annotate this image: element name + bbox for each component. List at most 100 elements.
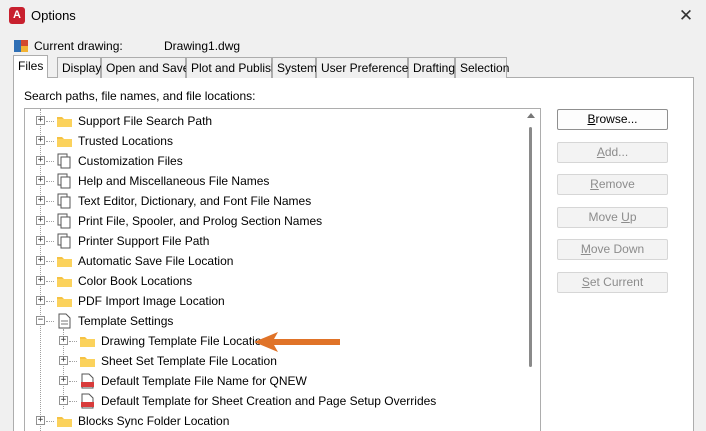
scroll-up-icon[interactable] [527, 113, 535, 118]
callout-arrow-icon [254, 332, 340, 352]
expand-icon[interactable]: + [36, 176, 45, 185]
tree-item[interactable]: + Color Book Locations [36, 271, 526, 291]
tree-item[interactable]: + Help and Miscellaneous File Names [36, 171, 526, 191]
tree-item-label: Drawing Template File Location [101, 334, 269, 348]
move-down-button[interactable]: Move Down [557, 239, 668, 260]
tree-item-label: Printer Support File Path [78, 234, 210, 248]
expand-icon[interactable]: + [59, 336, 68, 345]
tab-user-preferences[interactable]: User Preferences [316, 57, 414, 78]
folder-icon [56, 133, 73, 149]
tree-item-label: Color Book Locations [78, 274, 193, 288]
folder-icon [56, 253, 73, 269]
tree-item-label: Default Template for Sheet Creation and … [101, 394, 437, 408]
folder-icon [56, 273, 73, 289]
files-icon [56, 193, 73, 209]
tree-item-label: Sheet Set Template File Location [101, 354, 277, 368]
tree-item[interactable]: + Automatic Save File Location [36, 251, 526, 271]
tree-item[interactable]: + Text Editor, Dictionary, and Font File … [36, 191, 526, 211]
remove-button[interactable]: Remove [557, 174, 668, 195]
document-icon [56, 313, 73, 329]
tree-item[interactable]: + Customization Files [36, 151, 526, 171]
folder-icon [79, 333, 96, 349]
tree-item-label: Customization Files [78, 154, 183, 168]
tree-item[interactable]: + Default Template for Sheet Creation and… [59, 391, 540, 411]
vertical-scrollbar[interactable] [521, 109, 540, 431]
tab-selection[interactable]: Selection [455, 57, 509, 78]
scrollbar-thumb[interactable] [529, 127, 532, 367]
folder-icon [56, 413, 73, 429]
expand-icon[interactable]: + [36, 136, 45, 145]
tree-item[interactable]: + Blocks Sync Folder Location [36, 411, 526, 431]
dwt-file-icon [79, 373, 96, 389]
autocad-app-icon: A [9, 7, 25, 24]
tab-open-and-save[interactable]: Open and Save [101, 57, 189, 78]
tab-plot-and-publish[interactable]: Plot and Publish [186, 57, 278, 78]
tree-connector [46, 301, 54, 302]
expand-icon[interactable]: + [36, 296, 45, 305]
close-button[interactable]: ✕ [674, 4, 698, 28]
tree-item-label: Blocks Sync Folder Location [78, 414, 230, 428]
dwt-file-icon [79, 393, 96, 409]
expand-icon[interactable]: + [36, 276, 45, 285]
tree-connector [46, 241, 54, 242]
tree-connector [69, 361, 77, 362]
expand-icon[interactable]: + [36, 156, 45, 165]
tree-item[interactable]: + Support File Search Path [36, 111, 526, 131]
tab-files[interactable]: Files [13, 55, 48, 78]
tree-item[interactable]: − Template Settings [36, 311, 526, 331]
window-title: Options [31, 8, 76, 23]
tree-connector [46, 181, 54, 182]
tree-item[interactable]: + Sheet Set Template File Location [59, 351, 540, 371]
expand-icon[interactable]: + [36, 196, 45, 205]
tree-connector [46, 121, 54, 122]
tree-item[interactable]: + Trusted Locations [36, 131, 526, 151]
collapse-icon[interactable]: − [36, 316, 45, 325]
tree-connector [46, 141, 54, 142]
current-drawing-label: Current drawing: [34, 39, 123, 53]
tree-connector [46, 421, 54, 422]
tree-connector [69, 381, 77, 382]
expand-icon[interactable]: + [59, 396, 68, 405]
tree-connector [69, 401, 77, 402]
tree-item-label: Template Settings [78, 314, 174, 328]
expand-icon[interactable]: + [59, 356, 68, 365]
expand-icon[interactable]: + [36, 236, 45, 245]
tab-drafting[interactable]: Drafting [408, 57, 455, 78]
tree-item-label: Automatic Save File Location [78, 254, 234, 268]
title-bar: A Options ✕ [0, 0, 706, 32]
expand-icon[interactable]: + [36, 416, 45, 425]
tab-system[interactable]: System [272, 57, 317, 78]
tree-item[interactable]: + Default Template File Name for QNEW [59, 371, 540, 391]
tree-connector [46, 161, 54, 162]
tree-item[interactable]: + Printer Support File Path [36, 231, 526, 251]
tree-connector [46, 321, 54, 322]
tree-item-label: Default Template File Name for QNEW [101, 374, 307, 388]
add-button[interactable]: Add... [557, 142, 668, 163]
tree-connector [69, 341, 77, 342]
expand-icon[interactable]: + [36, 256, 45, 265]
folder-icon [56, 113, 73, 129]
tree-item-label: Help and Miscellaneous File Names [78, 174, 270, 188]
move-up-button[interactable]: Move Up [557, 207, 668, 228]
current-drawing-row: Current drawing: Drawing1.dwg [13, 37, 413, 55]
expand-icon[interactable]: + [59, 376, 68, 385]
browse-button[interactable]: Browse... [557, 109, 668, 130]
tree-item-label: Print File, Spooler, and Prolog Section … [78, 214, 323, 228]
tree-item-label: PDF Import Image Location [78, 294, 225, 308]
tree-item-label: Trusted Locations [78, 134, 173, 148]
file-locations-tree[interactable]: + Support File Search Path + Trusted Locati… [24, 108, 541, 431]
files-icon [56, 153, 73, 169]
tree-connector [46, 281, 54, 282]
set-current-button[interactable]: Set Current [557, 272, 668, 293]
tree-item[interactable]: + PDF Import Image Location [36, 291, 526, 311]
folder-icon [79, 353, 96, 369]
expand-icon[interactable]: + [36, 216, 45, 225]
expand-icon[interactable]: + [36, 116, 45, 125]
tree-connector [46, 201, 54, 202]
tab-display[interactable]: Display [57, 57, 101, 78]
folder-icon [56, 293, 73, 309]
tree-item[interactable]: + Print File, Spooler, and Prolog Section… [36, 211, 526, 231]
tree-item-label: Support File Search Path [78, 114, 213, 128]
search-paths-label: Search paths, file names, and file locat… [24, 89, 256, 103]
tree-connector [46, 261, 54, 262]
